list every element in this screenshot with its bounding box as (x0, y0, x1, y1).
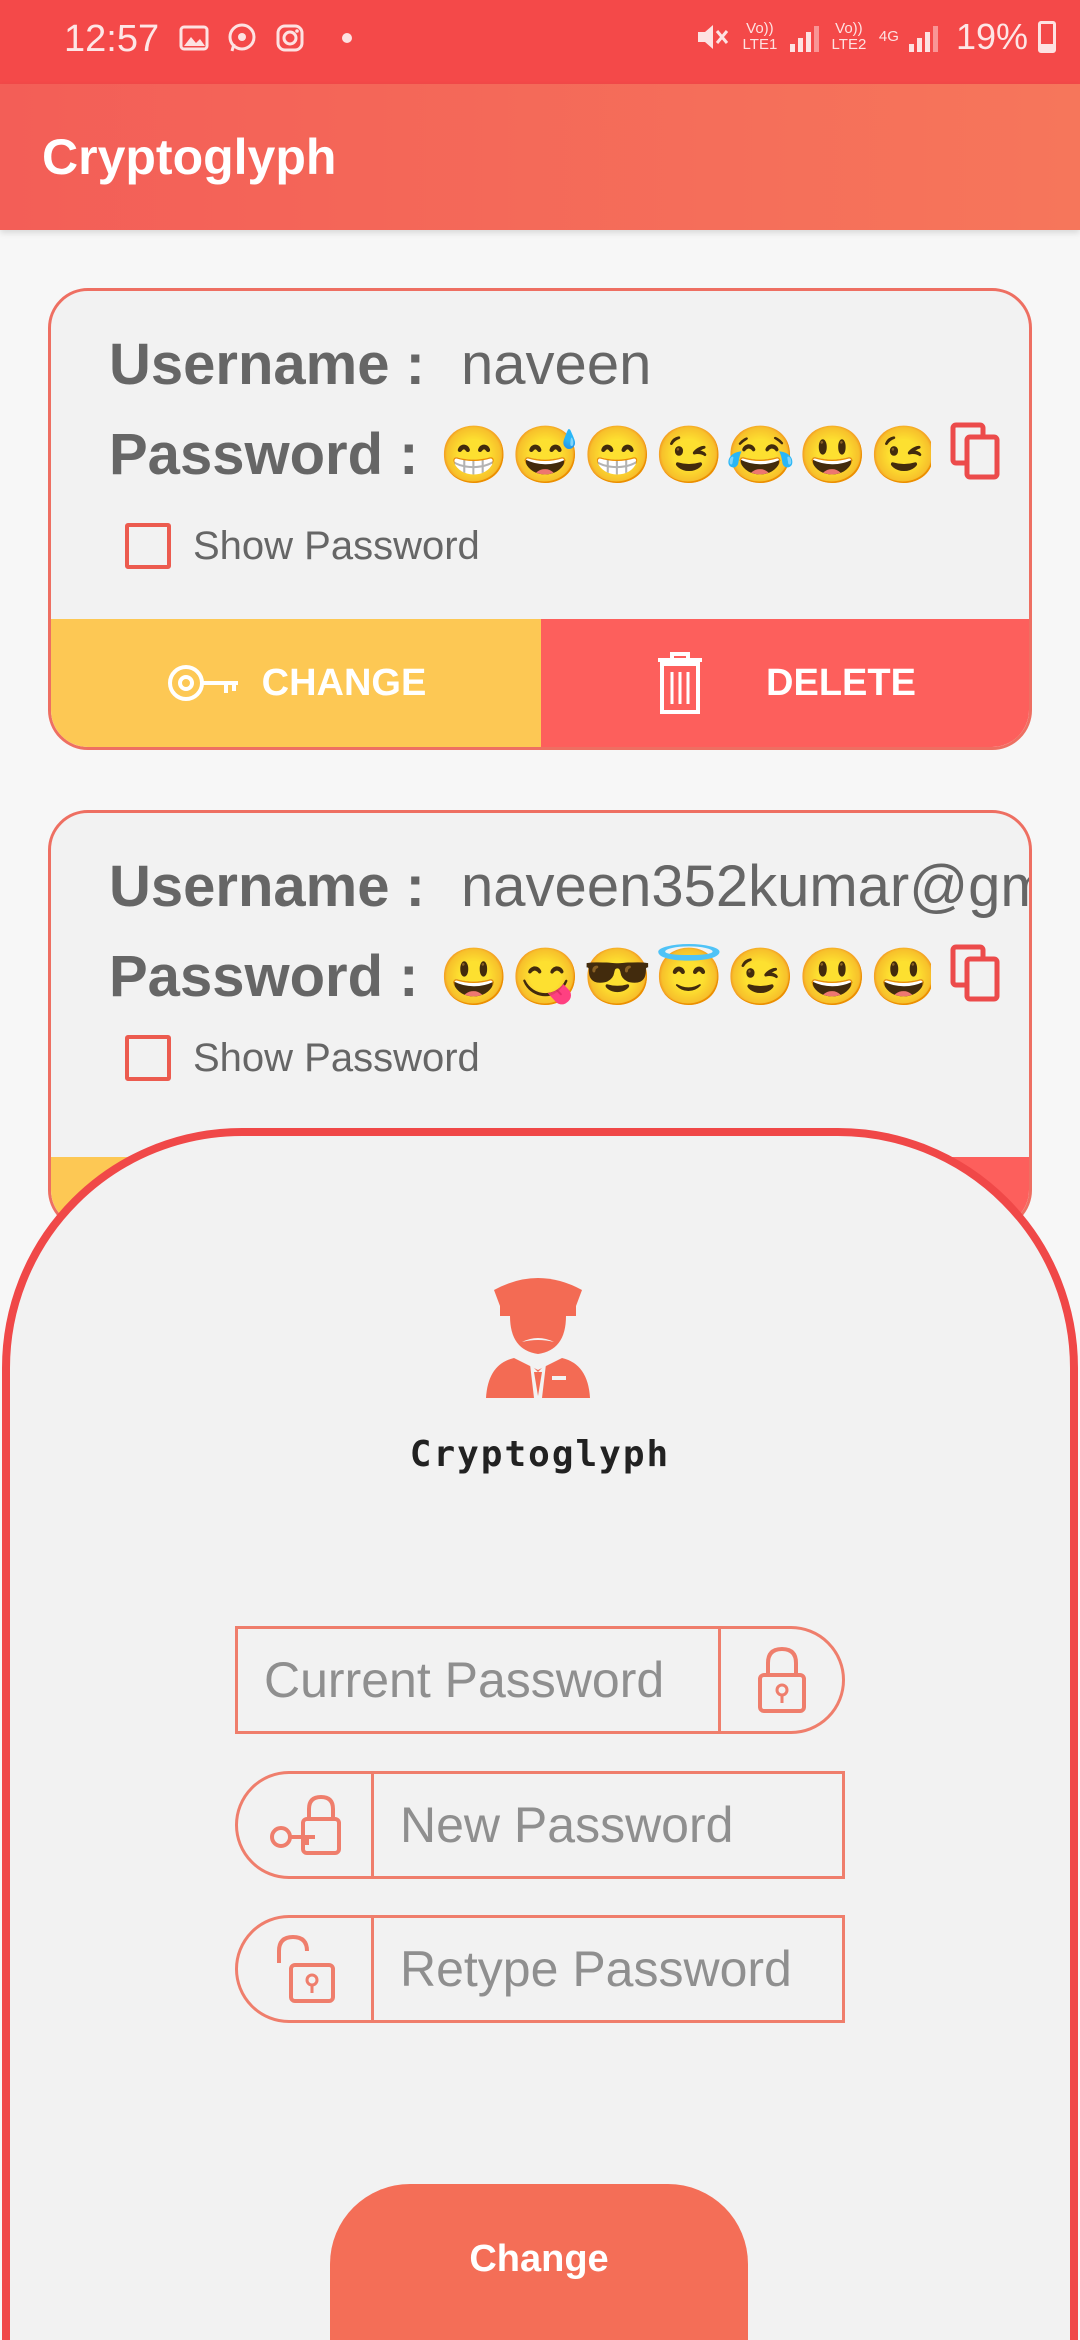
status-time: 12:57 (64, 18, 160, 60)
instagram-icon (276, 24, 304, 52)
show-password-toggle[interactable]: Show Password (125, 1035, 480, 1081)
app-bar: Cryptoglyph (0, 84, 1080, 230)
app-title: Cryptoglyph (42, 129, 337, 185)
password-label: Password : (109, 422, 419, 487)
battery-icon (1038, 21, 1056, 53)
new-password-input[interactable] (374, 1774, 842, 1876)
gallery-icon (179, 25, 209, 51)
current-password-field[interactable] (235, 1626, 845, 1734)
whatsapp-icon (228, 23, 256, 52)
sim1-label: Vo)) LTE1 (742, 20, 778, 53)
show-password-checkbox[interactable] (125, 523, 171, 569)
account-card: Username : naveen Password : 😁😅😁😉😂😃😉😁 Sh… (48, 288, 1032, 750)
username-value: naveen (461, 332, 652, 397)
lock-icon (757, 1646, 806, 1713)
password-row: Password : 😃😋😎😇😉😃😃😘 (109, 943, 931, 1010)
copy-icon[interactable] (949, 943, 1003, 1003)
password-emoji-value: 😁😅😁😉😂😃😉😁 (439, 422, 931, 486)
show-password-toggle[interactable]: Show Password (125, 523, 480, 569)
username-row: Username : naveen352kumar@gm (109, 853, 1032, 920)
card-actions: CHANGE DELETE (51, 619, 1029, 747)
show-password-label: Show Password (193, 1035, 480, 1080)
key-change-icon (167, 665, 238, 701)
change-button[interactable]: CHANGE (51, 619, 541, 747)
password-emoji-value: 😃😋😎😇😉😃😃😘 (439, 944, 931, 1008)
more-notifications-dot (342, 33, 352, 43)
submit-change-button[interactable]: Change (330, 2184, 748, 2340)
password-row: Password : 😁😅😁😉😂😃😉😁 (109, 421, 931, 488)
guard-avatar-icon (486, 1278, 590, 1398)
notification-icons (178, 22, 352, 54)
battery-percent: 19% (955, 16, 1028, 57)
unlock-icon-wrap (238, 1918, 374, 2020)
signal-bars-2 (908, 22, 938, 52)
delete-label: DELETE (766, 661, 916, 704)
retype-password-field[interactable] (235, 1915, 845, 2023)
system-icons: Vo)) LTE1 Vo)) LTE2 4G 19% (694, 16, 1056, 58)
username-value: naveen352kumar@gm (461, 854, 1032, 919)
username-label: Username : (109, 854, 425, 919)
delete-button[interactable]: DELETE (541, 619, 1029, 747)
trash-icon (658, 652, 703, 714)
status-bar: 12:57 Vo)) LTE1 Vo)) LTE2 4G 19% (0, 0, 1080, 84)
change-label: CHANGE (261, 661, 427, 704)
password-label: Password : (109, 944, 419, 1009)
copy-icon[interactable] (949, 421, 1003, 481)
new-password-field[interactable] (235, 1771, 845, 1879)
retype-password-input[interactable] (374, 1918, 842, 2020)
username-row: Username : naveen (109, 331, 651, 398)
sim2-label: Vo)) LTE2 (831, 20, 867, 53)
show-password-checkbox[interactable] (125, 1035, 171, 1081)
signal-bars-1 (789, 22, 819, 52)
lock-icon-wrap (718, 1629, 842, 1731)
key-lock-icon (269, 1794, 341, 1855)
mute-icon (697, 25, 729, 49)
network-type: 4G (878, 28, 899, 45)
sheet-title: Cryptoglyph (409, 1434, 671, 1475)
unlock-icon (276, 1934, 335, 2003)
show-password-label: Show Password (193, 523, 480, 568)
username-label: Username : (109, 332, 425, 397)
key-lock-icon-wrap (238, 1774, 374, 1876)
current-password-input[interactable] (238, 1629, 718, 1731)
